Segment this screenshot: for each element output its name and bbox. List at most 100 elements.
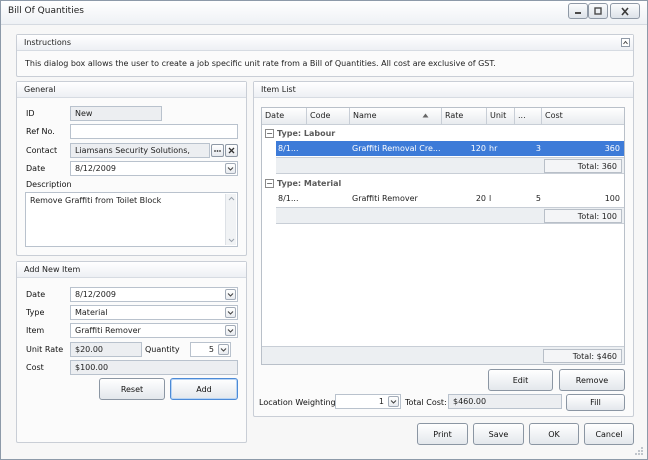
total-cost-field: $460.00	[448, 394, 562, 409]
cost-label: Cost	[26, 363, 44, 372]
item-grid: Date Code Name Rate Unit ... Cost − Type…	[261, 107, 625, 365]
type-label: Type	[26, 308, 45, 317]
contact-label: Contact	[26, 146, 58, 155]
sort-ascending-icon	[422, 113, 429, 118]
save-button[interactable]: Save	[473, 423, 524, 445]
ellipsis-icon	[214, 150, 221, 152]
description-label: Description	[26, 180, 72, 189]
general-panel: General ID New Ref No. Contact Liamsans …	[16, 81, 247, 256]
type-dropdown-button[interactable]	[225, 307, 236, 318]
minimize-button[interactable]	[568, 3, 588, 19]
location-weighting-label: Location Weighting	[259, 398, 336, 407]
item-date-dropdown-button[interactable]	[225, 289, 236, 300]
collapse-material-group-button[interactable]: −	[265, 179, 274, 188]
ref-no-input[interactable]	[70, 124, 238, 139]
close-button[interactable]	[610, 3, 640, 19]
print-button[interactable]: Print	[417, 423, 468, 445]
contact-field: Liamsans Security Solutions,	[70, 143, 210, 158]
ok-button[interactable]: OK	[529, 423, 579, 445]
column-header-rate[interactable]: Rate	[442, 108, 487, 125]
row-name: Graffiti Remover	[352, 194, 418, 203]
total-cost-label: Total Cost:	[405, 398, 447, 407]
group-label-labour: Type: Labour	[277, 129, 336, 138]
instructions-heading: Instructions	[17, 35, 633, 51]
bill-of-quantities-dialog: Bill Of Quantities Instructions This dia…	[0, 0, 648, 460]
contact-browse-button[interactable]	[211, 144, 224, 157]
general-heading: General	[17, 82, 246, 98]
table-row[interactable]: 8/1... Graffiti Removal Cre... 120 hr 3 …	[276, 141, 624, 156]
description-scrollbar[interactable]	[225, 194, 236, 245]
date-picker[interactable]: 8/12/2009	[70, 161, 238, 176]
labour-total: Total: 360	[544, 159, 622, 173]
item-date-label: Date	[26, 290, 46, 299]
row-rate: 120	[470, 144, 486, 153]
chevron-up-icon	[623, 40, 628, 45]
item-dropdown-button[interactable]	[225, 325, 236, 336]
fill-button[interactable]: Fill	[566, 394, 625, 411]
date-value: 8/12/2009	[75, 164, 117, 173]
location-weighting-dropdown-button[interactable]	[388, 396, 399, 407]
quantity-dropdown-button[interactable]	[218, 344, 229, 355]
row-cost: 360	[604, 144, 620, 153]
row-quantity: 3	[535, 144, 541, 153]
chevron-down-icon	[220, 348, 227, 352]
type-select[interactable]: Material	[70, 305, 238, 320]
row-rate: 20	[475, 194, 486, 203]
contact-clear-button[interactable]	[225, 144, 238, 157]
group-label-material: Type: Material	[277, 179, 342, 188]
column-header-code[interactable]: Code	[307, 108, 350, 125]
reset-button[interactable]: Reset	[99, 378, 165, 400]
material-total: Total: 100	[544, 209, 622, 223]
collapse-instructions-button[interactable]	[621, 38, 630, 47]
row-unit: hr	[489, 144, 498, 153]
ref-no-label: Ref No.	[26, 127, 55, 136]
quantity-value: 5	[208, 345, 214, 354]
row-cost: 100	[604, 194, 620, 203]
close-icon	[621, 6, 629, 16]
item-label: Item	[26, 326, 45, 335]
location-weighting-stepper[interactable]: 1	[335, 394, 401, 409]
chevron-down-icon	[227, 167, 234, 171]
column-header-unit[interactable]: Unit	[487, 108, 515, 125]
collapse-labour-group-button[interactable]: −	[265, 129, 274, 138]
item-date-picker[interactable]: 8/12/2009	[70, 287, 238, 302]
column-header-name[interactable]: Name	[350, 108, 442, 125]
grid-header: Date Code Name Rate Unit ... Cost	[262, 108, 624, 125]
edit-button[interactable]: Edit	[488, 369, 553, 391]
instructions-text: This dialog box allows the user to creat…	[25, 59, 496, 68]
add-button[interactable]: Add	[170, 378, 238, 400]
type-value: Material	[75, 308, 108, 317]
item-select[interactable]: Graffiti Remover	[70, 323, 238, 338]
remove-button[interactable]: Remove	[559, 369, 625, 391]
scrollbar-arrows-icon	[228, 196, 235, 243]
maximize-button[interactable]	[588, 3, 608, 19]
group-footer-labour: Total: 360	[276, 157, 624, 174]
item-value: Graffiti Remover	[75, 326, 141, 335]
chevron-down-icon	[390, 400, 397, 404]
unit-rate-label: Unit Rate	[26, 345, 64, 354]
quantity-label: Quantity	[145, 345, 180, 354]
item-list-heading: Item List	[254, 82, 633, 98]
resize-grip-icon[interactable]	[633, 445, 645, 457]
table-row[interactable]: 8/1... Graffiti Remover 20 l 5 100	[276, 191, 624, 206]
row-quantity: 5	[535, 194, 541, 203]
date-label: Date	[26, 164, 46, 173]
cancel-button[interactable]: Cancel	[584, 423, 634, 445]
grid-footer: Total: $460	[262, 346, 624, 364]
item-list-panel: Item List Date Code Name Rate Unit ... C…	[253, 81, 634, 417]
column-header-quantity[interactable]: ...	[515, 108, 542, 125]
location-weighting-value: 1	[378, 397, 384, 406]
row-date: 8/1...	[278, 144, 299, 153]
column-header-cost[interactable]: Cost	[542, 108, 624, 125]
minimize-icon	[575, 12, 581, 14]
row-unit: l	[489, 194, 492, 203]
date-dropdown-button[interactable]	[225, 163, 236, 174]
unit-rate-field: $20.00	[70, 342, 142, 357]
row-date: 8/1...	[278, 194, 299, 203]
column-header-date[interactable]: Date	[262, 108, 307, 125]
description-textarea[interactable]: Remove Graffiti from Toilet Block	[25, 192, 238, 247]
group-footer-material: Total: 100	[276, 207, 624, 224]
title-bar: Bill Of Quantities	[1, 1, 647, 25]
quantity-stepper[interactable]: 5	[190, 342, 231, 357]
cost-field: $100.00	[70, 360, 238, 375]
